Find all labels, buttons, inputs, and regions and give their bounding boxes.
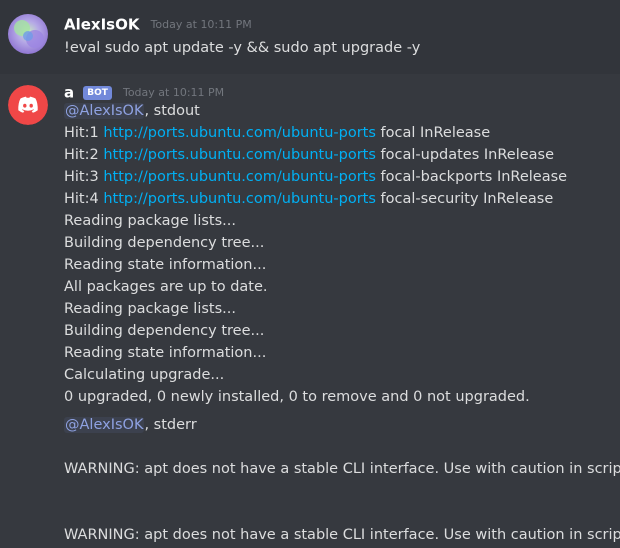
- output-line: Reading state information...: [64, 345, 267, 361]
- discord-logo-icon: [8, 85, 48, 125]
- bot-message-header: a BOT Today at 10:11 PM: [64, 82, 224, 102]
- user-message-header: AlexIsOK Today at 10:11 PM: [64, 14, 252, 34]
- stderr-label: , stderr: [144, 417, 197, 433]
- bot-avatar[interactable]: [8, 85, 48, 125]
- output-line: All packages are up to date.: [64, 279, 268, 295]
- hit-url-link[interactable]: http://ports.ubuntu.com/ubuntu-ports: [103, 169, 376, 185]
- hit-suffix: focal-backports InRelease: [375, 169, 568, 185]
- stderr-mention[interactable]: @AlexIsOK: [64, 417, 145, 433]
- hit-prefix: Hit:1: [64, 125, 104, 141]
- output-line: Reading state information...: [64, 257, 267, 273]
- hit-prefix: Hit:3: [64, 169, 104, 185]
- output-line: 0 upgraded, 0 newly installed, 0 to remo…: [64, 389, 530, 405]
- user-message-content: !eval sudo apt update -y && sudo apt upg…: [64, 40, 421, 56]
- user-message: AlexIsOK Today at 10:11 PM !eval sudo ap…: [0, 0, 620, 74]
- bot-tag-badge: BOT: [83, 85, 112, 100]
- bot-username[interactable]: a: [64, 84, 74, 102]
- hit-suffix: focal-security InRelease: [375, 191, 554, 207]
- hit-suffix: focal InRelease: [375, 125, 491, 141]
- stderr-heading: @AlexIsOK, stderr: [64, 414, 197, 436]
- hit-line: Hit:3 http://ports.ubuntu.com/ubuntu-por…: [64, 166, 567, 188]
- hit-suffix: focal-updates InRelease: [375, 147, 554, 163]
- hit-prefix: Hit:4: [64, 191, 104, 207]
- warning-line: WARNING: apt does not have a stable CLI …: [64, 461, 620, 477]
- hit-url-link[interactable]: http://ports.ubuntu.com/ubuntu-ports: [103, 147, 376, 163]
- output-line: Building dependency tree...: [64, 235, 265, 251]
- bot-timestamp: Today at 10:11 PM: [122, 86, 225, 99]
- hit-line: Hit:2 http://ports.ubuntu.com/ubuntu-por…: [64, 144, 554, 166]
- stdout-heading: @AlexIsOK, stdout: [64, 100, 200, 122]
- user-timestamp: Today at 10:11 PM: [150, 18, 252, 31]
- stdout-mention[interactable]: @AlexIsOK: [64, 103, 145, 119]
- hit-prefix: Hit:2: [64, 147, 104, 163]
- hit-url-link[interactable]: http://ports.ubuntu.com/ubuntu-ports: [103, 191, 376, 207]
- output-line: Reading package lists...: [64, 301, 236, 317]
- bot-message: a BOT Today at 10:11 PM @AlexIsOK, stdou…: [0, 74, 620, 548]
- stdout-label: , stdout: [144, 103, 200, 119]
- hit-line: Hit:1 http://ports.ubuntu.com/ubuntu-por…: [64, 122, 490, 144]
- hit-line: Hit:4 http://ports.ubuntu.com/ubuntu-por…: [64, 188, 553, 210]
- warning-line: WARNING: apt does not have a stable CLI …: [64, 527, 620, 543]
- hit-url-link[interactable]: http://ports.ubuntu.com/ubuntu-ports: [103, 125, 376, 141]
- output-line: Calculating upgrade...: [64, 367, 225, 383]
- user-avatar[interactable]: [8, 14, 48, 54]
- user-username[interactable]: AlexIsOK: [64, 16, 139, 34]
- output-line: Reading package lists...: [64, 213, 236, 229]
- output-line: Building dependency tree...: [64, 323, 265, 339]
